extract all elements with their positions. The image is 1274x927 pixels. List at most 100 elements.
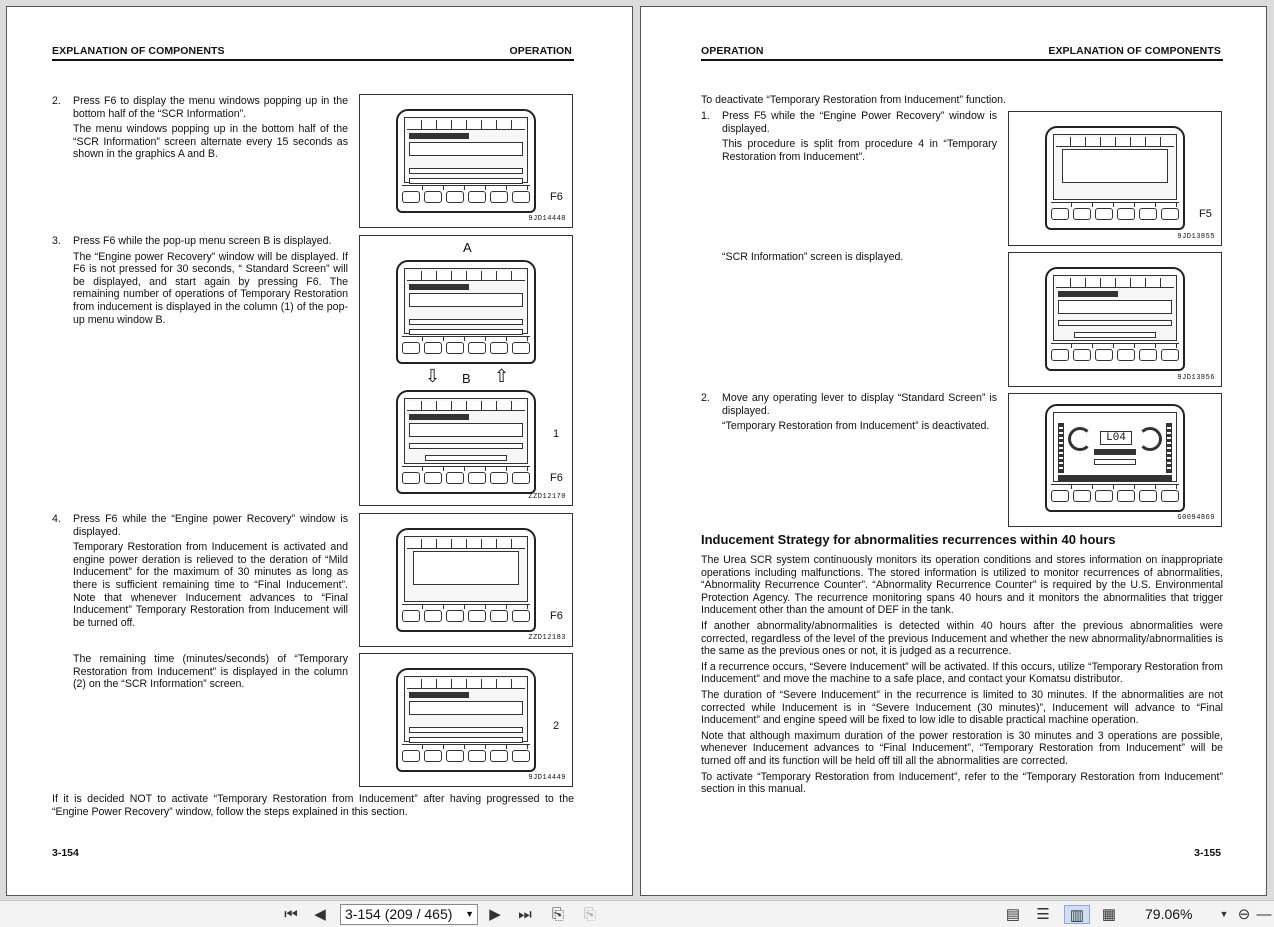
paragraph: Move any operating lever to display “Sta…: [722, 392, 997, 417]
go-forward-button[interactable]: ⎘: [578, 905, 602, 924]
continuous-facing-icon: ▦: [1101, 906, 1117, 923]
figure-standard-screen: L04 G0094869: [1008, 393, 1222, 527]
paragraph: If a recurrence occurs, “Severe Induceme…: [701, 660, 1223, 686]
previous-page-button[interactable]: ◀: [310, 905, 330, 924]
arrow-down-icon: ⇩: [425, 366, 441, 386]
figure-remaining-time: 2 9JD14449: [359, 653, 573, 787]
callout-2: 2: [553, 720, 560, 732]
zoom-level[interactable]: 79.06%: [1145, 905, 1192, 924]
section-body: The Urea SCR system continuously monitor…: [701, 554, 1223, 799]
step-3-text: Press F6 while the pop-up menu screen B …: [73, 235, 348, 329]
running-header-right: EXPLANATION OF COMPONENTS: [1048, 45, 1221, 57]
page-number: 3-155: [1194, 847, 1221, 859]
step-1b-text: “SCR Information” screen is displayed.: [722, 251, 904, 263]
viewer-toolbar: ⏮ ◀ 3-154 (209 / 465) ▼ ▶ ⏭ ⎘ ⎘ ▤ ☰ ▥ ▦ …: [0, 900, 1274, 927]
callout-f5: F5: [1199, 208, 1212, 220]
header-rule: [701, 59, 1223, 61]
section-title: Inducement Strategy for abnormalities re…: [701, 532, 1116, 547]
intro-text: To deactivate “Temporary Restoration fro…: [701, 94, 1007, 106]
page-3-154: EXPLANATION OF COMPONENTS OPERATION 2. P…: [6, 6, 633, 896]
footer-note: If it is decided NOT to activate “Tempor…: [52, 793, 574, 818]
callout-f6: F6: [550, 472, 563, 484]
callout-f6: F6: [550, 191, 563, 203]
paragraph: The “Engine power Recovery” window will …: [73, 250, 348, 326]
chevron-down-icon[interactable]: ▼: [465, 905, 474, 924]
previous-page-icon: ◀: [314, 906, 326, 923]
figure-popup-menus: A ⇩ B ⇧ 1 F6 ZZD12170: [359, 235, 573, 506]
monitor-illustration: [1045, 267, 1185, 371]
arrow-up-icon: ⇧: [494, 366, 510, 386]
continuous-facing-view-button[interactable]: ▦: [1098, 905, 1120, 924]
page-3-155: OPERATION EXPLANATION OF COMPONENTS To d…: [640, 6, 1267, 896]
zoom-out-button[interactable]: ⊖: [1234, 905, 1254, 924]
monitor-illustration: L04: [1045, 404, 1185, 512]
paragraph: The menu windows popping up in the botto…: [73, 123, 348, 161]
slider-track-icon: —: [1256, 906, 1272, 923]
go-back-icon: ⎘: [551, 906, 564, 923]
page-number-input[interactable]: 3-154 (209 / 465) ▼: [340, 904, 478, 925]
step-number: 1.: [701, 110, 710, 122]
header-rule: [52, 59, 574, 61]
document-viewport[interactable]: EXPLANATION OF COMPONENTS OPERATION 2. P…: [0, 0, 1274, 900]
label-b: B: [462, 371, 471, 386]
step-number: 3.: [52, 235, 61, 247]
running-header-right: OPERATION: [509, 45, 572, 57]
zoom-slider[interactable]: —: [1256, 905, 1272, 924]
monitor-illustration-b: [396, 390, 536, 494]
last-page-icon: ⏭: [518, 906, 532, 923]
zoom-dropdown[interactable]: ▼: [1218, 905, 1230, 924]
paragraph: The remaining time (minutes/seconds) of …: [73, 653, 348, 691]
go-forward-icon: ⎘: [583, 906, 596, 923]
facing-pages-icon: ▥: [1069, 907, 1085, 924]
continuous-page-icon: ☰: [1036, 906, 1050, 923]
figure-engine-power-recovery-f5: F5 9JD13855: [1008, 111, 1222, 246]
next-page-button[interactable]: ▶: [485, 905, 505, 924]
chevron-down-icon: ▼: [1219, 909, 1229, 919]
paragraph: Temporary Restoration from Inducement is…: [73, 541, 348, 629]
figure-engine-power-recovery: F6 ZZD12183: [359, 513, 573, 647]
step-number: 2.: [52, 95, 61, 107]
page-number-value: 3-154 (209 / 465): [345, 906, 453, 922]
monitor-illustration: [396, 528, 536, 632]
next-page-icon: ▶: [489, 906, 501, 923]
figure-code: 9JD13856: [1177, 374, 1215, 382]
remaining-time-text: The remaining time (minutes/seconds) of …: [73, 653, 348, 694]
step-number: 2.: [701, 392, 710, 404]
paragraph: “Temporary Restoration from Inducement” …: [722, 420, 990, 433]
paragraph: Note that although maximum duration of t…: [701, 729, 1223, 767]
paragraph: Press F6 while the pop-up menu screen B …: [73, 235, 332, 247]
monitor-illustration: [1045, 126, 1185, 230]
first-page-icon: ⏮: [284, 906, 298, 923]
paragraph: If another abnormality/abnormalities is …: [701, 619, 1223, 658]
figure-code: G0094869: [1177, 514, 1215, 522]
monitor-illustration: [396, 109, 536, 213]
callout-1: 1: [553, 428, 560, 440]
first-page-button[interactable]: ⏮: [280, 905, 302, 924]
step-2-text: Move any operating lever to display “Sta…: [722, 392, 997, 436]
figure-code: 9JD13855: [1177, 233, 1215, 241]
single-page-icon: ▤: [1005, 906, 1021, 923]
facing-view-button[interactable]: ▥: [1064, 905, 1090, 924]
monitor-illustration-a: [396, 260, 536, 364]
figure-scr-info: F6 9JD14448: [359, 94, 573, 228]
monitor-illustration: [396, 668, 536, 772]
figure-code: ZZD12183: [528, 634, 566, 642]
step-4-text: Press F6 while the “Engine power Recover…: [73, 513, 348, 632]
continuous-view-button[interactable]: ☰: [1032, 905, 1054, 924]
figure-code: ZZD12170: [528, 493, 566, 501]
go-back-button[interactable]: ⎘: [546, 905, 570, 924]
figure-scr-info-restored: 9JD13856: [1008, 252, 1222, 387]
single-page-view-button[interactable]: ▤: [1002, 905, 1024, 924]
step-2-text: Press F6 to display the menu windows pop…: [73, 95, 348, 164]
figure-code: 9JD14448: [528, 215, 566, 223]
paragraph: Press F5 while the “Engine Power Recover…: [722, 110, 997, 135]
last-page-button[interactable]: ⏭: [514, 905, 536, 924]
callout-f6: F6: [550, 610, 563, 622]
paragraph: The Urea SCR system continuously monitor…: [701, 554, 1223, 617]
step-1-text: Press F5 while the “Engine Power Recover…: [722, 110, 997, 166]
zoom-out-icon: ⊖: [1237, 906, 1251, 923]
paragraph: To activate “Temporary Restoration from …: [701, 770, 1223, 796]
paragraph: Press F6 while the “Engine power Recover…: [73, 513, 348, 538]
page-number: 3-154: [52, 847, 79, 859]
figure-code: 9JD14449: [528, 774, 566, 782]
